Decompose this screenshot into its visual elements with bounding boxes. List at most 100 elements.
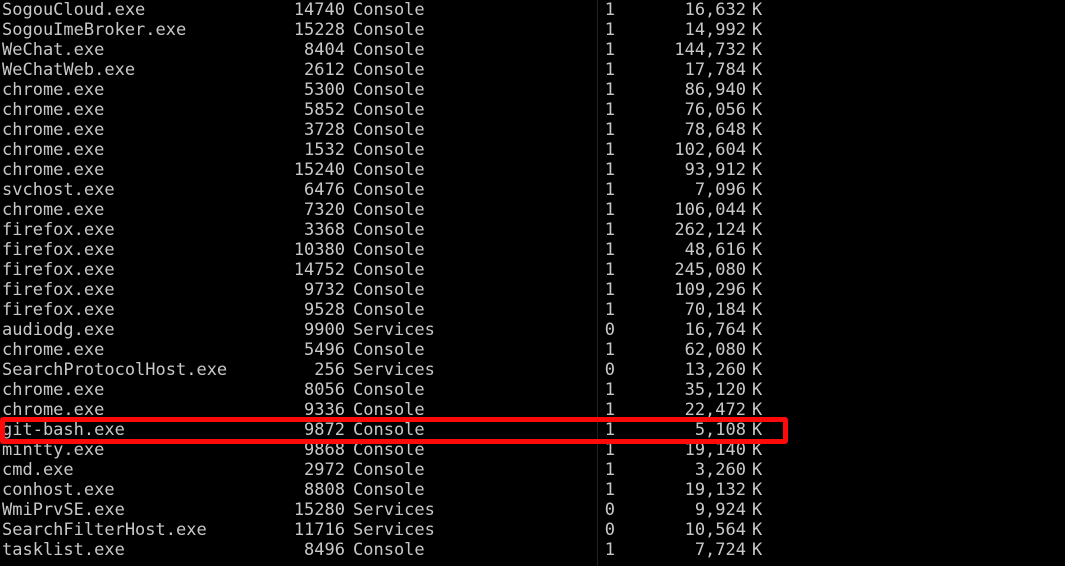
process-mem-usage: 48,616 xyxy=(684,240,746,260)
table-row[interactable]: chrome.exe 5496 Console 1 62,080 K xyxy=(0,340,1065,360)
process-mem-usage: 17,784 xyxy=(684,60,746,80)
table-row[interactable]: chrome.exe 3728 Console 1 78,648 K xyxy=(0,120,1065,140)
process-session-name: Console xyxy=(353,540,425,560)
table-row[interactable]: git-bash.exe 9872 Console 1 5,108 K xyxy=(0,420,1065,440)
process-mem-unit: K xyxy=(752,320,763,340)
process-session-name: Console xyxy=(353,180,425,200)
process-session-name: Services xyxy=(353,360,435,380)
table-row[interactable]: firefox.exe 9732 Console 1 109,296 K xyxy=(0,280,1065,300)
process-pid: 9528 xyxy=(304,300,345,320)
process-image-name: chrome.exe xyxy=(2,80,105,100)
process-mem-usage: 7,724 xyxy=(694,540,746,560)
process-image-name: WmiPrvSE.exe xyxy=(2,500,125,520)
process-session-name: Console xyxy=(353,400,425,420)
process-image-name: conhost.exe xyxy=(2,480,115,500)
process-session-number: 0 xyxy=(604,500,615,520)
process-mem-usage: 106,044 xyxy=(674,200,746,220)
process-session-number: 0 xyxy=(604,520,615,540)
process-mem-unit: K xyxy=(752,80,763,100)
table-row[interactable]: SearchProtocolHost.exe 256 Services 0 13,260… xyxy=(0,360,1065,380)
process-mem-unit: K xyxy=(752,180,763,200)
process-pid: 3368 xyxy=(304,220,345,240)
process-image-name: chrome.exe xyxy=(2,120,105,140)
process-mem-usage: 109,296 xyxy=(674,280,746,300)
table-row[interactable]: SearchFilterHost.exe 11716 Services 0 10,564… xyxy=(0,520,1065,540)
table-row[interactable]: firefox.exe 14752 Console 1 245,080 K xyxy=(0,260,1065,280)
process-session-number: 1 xyxy=(604,420,615,440)
process-session-name: Console xyxy=(353,160,425,180)
process-session-name: Console xyxy=(353,440,425,460)
process-pid: 8808 xyxy=(304,480,345,500)
process-pid: 5496 xyxy=(304,340,345,360)
table-row[interactable]: WmiPrvSE.exe 15280 Services 0 9,924 K xyxy=(0,500,1065,520)
table-row[interactable]: chrome.exe 5852 Console 1 76,056 K xyxy=(0,100,1065,120)
process-session-number: 0 xyxy=(604,320,615,340)
table-row[interactable]: mintty.exe 9868 Console 1 19,140 K xyxy=(0,440,1065,460)
process-image-name: chrome.exe xyxy=(2,160,105,180)
process-session-number: 1 xyxy=(604,220,615,240)
table-row[interactable]: chrome.exe 5300 Console 1 86,940 K xyxy=(0,80,1065,100)
process-image-name: chrome.exe xyxy=(2,140,105,160)
process-session-number: 1 xyxy=(604,440,615,460)
table-row[interactable]: chrome.exe 15240 Console 1 93,912 K xyxy=(0,160,1065,180)
process-image-name: chrome.exe xyxy=(2,100,105,120)
process-mem-usage: 78,648 xyxy=(684,120,746,140)
process-mem-unit: K xyxy=(752,420,763,440)
table-row[interactable]: WeChatWeb.exe 2612 Console 1 17,784 K xyxy=(0,60,1065,80)
table-row[interactable]: tasklist.exe 8496 Console 1 7,724 K xyxy=(0,540,1065,560)
process-mem-unit: K xyxy=(752,140,763,160)
process-session-number: 0 xyxy=(604,360,615,380)
process-mem-usage: 19,140 xyxy=(684,440,746,460)
process-pid: 2612 xyxy=(304,60,345,80)
process-session-name: Console xyxy=(353,420,425,440)
table-row[interactable]: firefox.exe 9528 Console 1 70,184 K xyxy=(0,300,1065,320)
process-pid: 5852 xyxy=(304,100,345,120)
process-session-name: Console xyxy=(353,140,425,160)
process-session-name: Console xyxy=(353,480,425,500)
process-pid: 1532 xyxy=(304,140,345,160)
process-session-number: 1 xyxy=(604,260,615,280)
process-mem-unit: K xyxy=(752,120,763,140)
table-row[interactable]: firefox.exe 3368 Console 1 262,124 K xyxy=(0,220,1065,240)
process-mem-usage: 9,924 xyxy=(694,500,746,520)
process-session-name: Console xyxy=(353,460,425,480)
process-mem-usage: 86,940 xyxy=(684,80,746,100)
process-mem-unit: K xyxy=(752,340,763,360)
process-image-name: mintty.exe xyxy=(2,440,105,460)
process-pid: 3728 xyxy=(304,120,345,140)
process-mem-unit: K xyxy=(752,200,763,220)
process-table: SogouCloud.exe 14740 Console 1 16,632 K SogouI… xyxy=(0,0,1065,560)
terminal-console-output[interactable]: SogouCloud.exe 14740 Console 1 16,632 K SogouI… xyxy=(0,0,1065,566)
process-image-name: firefox.exe xyxy=(2,220,115,240)
table-row[interactable]: chrome.exe 7320 Console 1 106,044 K xyxy=(0,200,1065,220)
table-row[interactable]: firefox.exe 10380 Console 1 48,616 K xyxy=(0,240,1065,260)
process-session-name: Services xyxy=(353,500,435,520)
process-pid: 256 xyxy=(314,360,345,380)
table-row[interactable]: chrome.exe 9336 Console 1 22,472 K xyxy=(0,400,1065,420)
table-row[interactable]: audiodg.exe 9900 Services 0 16,764 K xyxy=(0,320,1065,340)
table-row[interactable]: cmd.exe 2972 Console 1 3,260 K xyxy=(0,460,1065,480)
process-mem-usage: 102,604 xyxy=(674,140,746,160)
process-pid: 9900 xyxy=(304,320,345,340)
process-image-name: chrome.exe xyxy=(2,340,105,360)
process-mem-usage: 144,732 xyxy=(674,40,746,60)
table-row[interactable]: chrome.exe 8056 Console 1 35,120 K xyxy=(0,380,1065,400)
table-row[interactable]: SogouCloud.exe 14740 Console 1 16,632 K xyxy=(0,0,1065,20)
process-mem-unit: K xyxy=(752,60,763,80)
process-image-name: audiodg.exe xyxy=(2,320,115,340)
table-row[interactable]: svchost.exe 6476 Console 1 7,096 K xyxy=(0,180,1065,200)
table-row[interactable]: WeChat.exe 8404 Console 1 144,732 K xyxy=(0,40,1065,60)
process-image-name: firefox.exe xyxy=(2,280,115,300)
process-session-number: 1 xyxy=(604,100,615,120)
process-mem-unit: K xyxy=(752,460,763,480)
table-row[interactable]: SogouImeBroker.exe 15228 Console 1 14,992 K xyxy=(0,20,1065,40)
process-session-name: Console xyxy=(353,200,425,220)
process-image-name: SearchFilterHost.exe xyxy=(2,520,207,540)
process-pid: 11716 xyxy=(293,520,345,540)
process-session-name: Console xyxy=(353,80,425,100)
table-row[interactable]: conhost.exe 8808 Console 1 19,132 K xyxy=(0,480,1065,500)
process-pid: 14740 xyxy=(293,0,345,20)
process-pid: 8404 xyxy=(304,40,345,60)
table-row[interactable]: chrome.exe 1532 Console 1 102,604 K xyxy=(0,140,1065,160)
process-session-number: 1 xyxy=(604,80,615,100)
